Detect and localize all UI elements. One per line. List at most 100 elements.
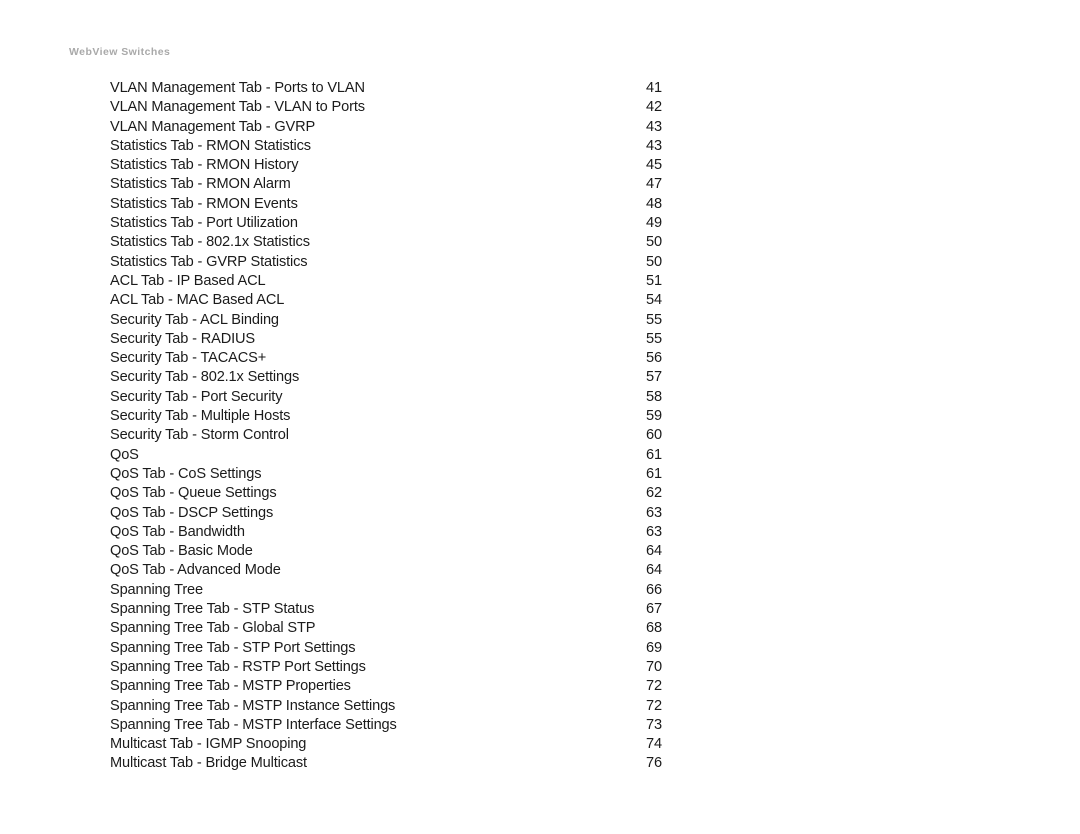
toc-entry[interactable]: Statistics Tab - RMON Events 48: [110, 195, 730, 214]
toc-entry[interactable]: QoS Tab - Bandwidth 63: [110, 523, 730, 542]
toc-entry[interactable]: QoS Tab - Queue Settings 62: [110, 484, 730, 503]
toc-entry-page-number: 48: [646, 195, 663, 212]
toc-entry[interactable]: Security Tab - RADIUS 55: [110, 330, 730, 349]
toc-entry[interactable]: Spanning Tree Tab - RSTP Port Settings 70: [110, 658, 730, 677]
toc-entry-title: Statistics Tab - RMON Events: [110, 195, 298, 212]
toc-entry-title: Multicast Tab - IGMP Snooping: [110, 736, 307, 753]
toc-entry[interactable]: QoS Tab - Advanced Mode 64: [110, 561, 730, 580]
toc-entry-title: Spanning Tree Tab - MSTP Properties: [110, 678, 351, 695]
toc-entry-page-number: 42: [646, 99, 663, 116]
toc-entry-page-number: 51: [646, 272, 663, 289]
toc-entry-page-number: 49: [646, 215, 663, 232]
toc-entry-page-number: 55: [646, 330, 663, 347]
toc-entry-page-number: 64: [646, 562, 663, 579]
toc-entry-page-number: 45: [646, 157, 663, 174]
toc-entry-page-number: 54: [646, 292, 663, 309]
toc-entry-page-number: 61: [646, 465, 663, 482]
toc-entry-page-number: 56: [646, 350, 663, 367]
toc-entry-page-number: 41: [646, 80, 663, 96]
toc-entry-title: ACL Tab - MAC Based ACL: [110, 292, 285, 309]
toc-entry[interactable]: VLAN Management Tab - Ports to VLAN 41: [110, 79, 730, 98]
toc-entry-page-number: 58: [646, 388, 663, 405]
toc-entry-page-number: 63: [646, 504, 663, 521]
running-header: WebView Switches: [69, 46, 171, 58]
toc-entry[interactable]: ACL Tab - MAC Based ACL 54: [110, 291, 730, 310]
table-of-contents: VLAN Management Tab - Ports to VLAN 41 VLA…: [110, 79, 730, 774]
toc-entry[interactable]: Multicast Tab - IGMP Snooping 74: [110, 735, 730, 754]
toc-entry[interactable]: Multicast Tab - Bridge Multicast 76: [110, 754, 730, 773]
toc-entry[interactable]: QoS 61: [110, 446, 730, 465]
toc-entry-title: QoS Tab - Advanced Mode: [110, 562, 281, 579]
toc-entry-title: QoS Tab - Bandwidth: [110, 523, 245, 540]
toc-entry-page-number: 50: [646, 253, 663, 270]
toc-entry-title: Security Tab - 802.1x Settings: [110, 369, 300, 386]
toc-entry-page-number: 43: [646, 118, 663, 135]
toc-entry-title: VLAN Management Tab - GVRP: [110, 118, 316, 135]
toc-entry-title: ACL Tab - IP Based ACL: [110, 272, 266, 289]
toc-entry[interactable]: Security Tab - TACACS+ 56: [110, 349, 730, 368]
toc-entry-title: Spanning Tree Tab - MSTP Instance Settin…: [110, 697, 396, 714]
toc-entry[interactable]: Statistics Tab - Port Utilization 49: [110, 214, 730, 233]
toc-entry-title: Statistics Tab - RMON Statistics: [110, 137, 311, 154]
toc-entry-page-number: 62: [646, 485, 663, 502]
toc-entry[interactable]: VLAN Management Tab - GVRP 43: [110, 118, 730, 137]
toc-entry-title: QoS Tab - CoS Settings: [110, 465, 262, 482]
toc-entry-title: QoS Tab - Basic Mode: [110, 543, 253, 560]
toc-entry-title: Statistics Tab - RMON Alarm: [110, 176, 291, 193]
document-page: WebView Switches VLAN Management Tab - P…: [0, 0, 1080, 834]
toc-entry[interactable]: Spanning Tree Tab - MSTP Properties 72: [110, 677, 730, 696]
toc-entry-page-number: 47: [646, 176, 663, 193]
toc-entry-title: QoS Tab - Queue Settings: [110, 485, 277, 502]
toc-entry-page-number: 74: [646, 736, 663, 753]
toc-entry[interactable]: Security Tab - Storm Control 60: [110, 426, 730, 445]
toc-entry[interactable]: Statistics Tab - RMON Statistics 43: [110, 137, 730, 156]
toc-entry-title: VLAN Management Tab - Ports to VLAN: [110, 80, 365, 96]
toc-entry[interactable]: QoS Tab - CoS Settings 61: [110, 465, 730, 484]
toc-entry-page-number: 55: [646, 311, 663, 328]
toc-entry-title: Statistics Tab - RMON History: [110, 157, 299, 174]
toc-entry-page-number: 63: [646, 523, 663, 540]
toc-entry-page-number: 43: [646, 137, 663, 154]
toc-entry-title: Statistics Tab - 802.1x Statistics: [110, 234, 310, 251]
toc-entry-page-number: 50: [646, 234, 663, 251]
toc-entry[interactable]: Security Tab - Multiple Hosts 59: [110, 407, 730, 426]
toc-entry[interactable]: Spanning Tree Tab - Global STP 68: [110, 619, 730, 638]
toc-entry-title: Spanning Tree Tab - RSTP Port Settings: [110, 658, 366, 675]
toc-entry-title: Security Tab - Storm Control: [110, 427, 289, 444]
toc-entry-page-number: 66: [646, 581, 663, 598]
toc-entry-title: Spanning Tree Tab - MSTP Interface Setti…: [110, 716, 397, 733]
toc-entry-title: Security Tab - Port Security: [110, 388, 283, 405]
toc-entry[interactable]: VLAN Management Tab - VLAN to Ports 42: [110, 98, 730, 117]
toc-entry-page-number: 57: [646, 369, 663, 386]
toc-entry-page-number: 64: [646, 543, 663, 560]
toc-entry[interactable]: Statistics Tab - RMON Alarm 47: [110, 175, 730, 194]
toc-entry[interactable]: Security Tab - Port Security 58: [110, 388, 730, 407]
toc-entry-title: Spanning Tree Tab - STP Status: [110, 601, 315, 618]
toc-entry[interactable]: Spanning Tree Tab - STP Status 67: [110, 600, 730, 619]
toc-entry[interactable]: Statistics Tab - RMON History 45: [110, 156, 730, 175]
toc-entry[interactable]: Spanning Tree 66: [110, 581, 730, 600]
toc-entry-page-number: 72: [646, 697, 663, 714]
toc-entry-page-number: 60: [646, 427, 663, 444]
toc-entry[interactable]: QoS Tab - DSCP Settings 63: [110, 504, 730, 523]
toc-entry[interactable]: ACL Tab - IP Based ACL 51: [110, 272, 730, 291]
toc-entry-page-number: 67: [646, 601, 663, 618]
toc-entry-title: VLAN Management Tab - VLAN to Ports: [110, 99, 365, 116]
toc-entry-page-number: 59: [646, 408, 663, 425]
toc-entry-title: Statistics Tab - Port Utilization: [110, 215, 298, 232]
toc-entry[interactable]: Spanning Tree Tab - STP Port Settings 69: [110, 639, 730, 658]
toc-entry[interactable]: QoS Tab - Basic Mode 64: [110, 542, 730, 561]
toc-entry[interactable]: Security Tab - 802.1x Settings 57: [110, 368, 730, 387]
toc-entry[interactable]: Security Tab - ACL Binding 55: [110, 311, 730, 330]
toc-entry[interactable]: Statistics Tab - GVRP Statistics 50: [110, 253, 730, 272]
toc-entry-page-number: 70: [646, 658, 663, 675]
toc-entry-page-number: 68: [646, 620, 663, 637]
toc-entry[interactable]: Statistics Tab - 802.1x Statistics 50: [110, 233, 730, 252]
toc-entry-title: Security Tab - RADIUS: [110, 330, 255, 347]
toc-entry-page-number: 73: [646, 716, 663, 733]
toc-entry-title: QoS Tab - DSCP Settings: [110, 504, 274, 521]
toc-entry[interactable]: Spanning Tree Tab - MSTP Instance Settin…: [110, 697, 730, 716]
toc-entry-title: Multicast Tab - Bridge Multicast: [110, 755, 307, 772]
toc-entry-title: QoS: [110, 446, 139, 463]
toc-entry[interactable]: Spanning Tree Tab - MSTP Interface Setti…: [110, 716, 730, 735]
